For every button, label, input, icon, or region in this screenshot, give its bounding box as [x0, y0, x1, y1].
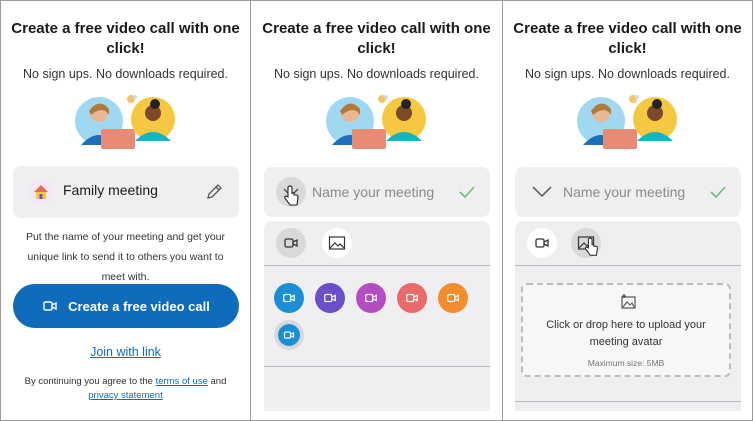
meeting-description: Put the name of your meeting and get you…	[25, 231, 226, 283]
video-call-icon	[535, 238, 549, 248]
meeting-title: Family meeting	[63, 182, 158, 198]
meeting-name-placeholder: Name your meeting	[563, 184, 686, 200]
legal-and: and	[207, 376, 227, 387]
create-video-call-button[interactable]: Create a free video call	[13, 284, 239, 328]
color-swatch-purple[interactable]	[315, 283, 345, 313]
video-call-icon	[283, 331, 295, 339]
privacy-statement-link[interactable]: privacy statement	[88, 390, 162, 401]
panel-upload-avatar: Create a free video call with one click!…	[503, 1, 752, 420]
add-image-icon	[621, 294, 636, 309]
meeting-name-card: Family meeting	[13, 166, 239, 218]
checkmark-icon[interactable]	[458, 184, 476, 200]
panel-choose-color: Create a free video call with one click!…	[252, 1, 501, 420]
edit-pencil-icon[interactable]	[203, 181, 225, 203]
terms-of-use-link[interactable]: terms of use	[156, 376, 208, 387]
video-call-icon	[284, 238, 298, 248]
hero-illustration	[577, 95, 677, 149]
hand-cursor-icon	[584, 237, 598, 256]
page-subtitle: No sign ups. No downloads required.	[23, 67, 228, 81]
color-swatch-coral[interactable]	[397, 283, 427, 313]
video-call-icon	[324, 293, 336, 303]
divider-line	[264, 366, 490, 367]
join-with-link[interactable]: Join with link	[1, 345, 250, 359]
page-title: Create a free video call with one click!	[11, 20, 240, 57]
legal-notice: By continuing you agree to the terms of …	[11, 375, 240, 403]
color-option-tab[interactable]	[276, 228, 306, 258]
image-icon	[328, 236, 346, 250]
video-call-icon	[406, 293, 418, 303]
color-swatch-orange[interactable]	[438, 283, 468, 313]
hand-cursor-icon	[284, 185, 299, 206]
collapse-button[interactable]	[527, 177, 557, 207]
image-option-tab[interactable]	[322, 228, 352, 258]
color-option-tab[interactable]	[527, 228, 557, 258]
upload-max-size: Maximum size: 5MB	[587, 358, 665, 368]
hero-illustration	[75, 95, 175, 149]
avatar-upload-dropzone[interactable]: Click or drop here to upload your meetin…	[521, 283, 731, 377]
legal-prefix: By continuing you agree to the	[24, 376, 156, 387]
video-call-icon	[43, 301, 57, 311]
color-swatch-blue[interactable]	[274, 283, 304, 313]
video-call-icon	[365, 293, 377, 303]
checkmark-icon[interactable]	[709, 184, 727, 200]
meeting-name-placeholder: Name your meeting	[312, 184, 435, 200]
color-swatch-magenta[interactable]	[356, 283, 386, 313]
create-video-call-label: Create a free video call	[68, 298, 210, 314]
page-title: Create a free video call with one click!	[262, 20, 491, 57]
upload-instructions: Click or drop here to upload your meetin…	[546, 319, 706, 348]
chevron-down-icon	[532, 186, 552, 198]
panel-divider	[250, 1, 251, 420]
page-subtitle: No sign ups. No downloads required.	[274, 67, 479, 81]
selected-swatch-inner	[278, 324, 300, 346]
house-avatar-icon	[29, 180, 53, 204]
divider-line	[515, 265, 741, 266]
meeting-name-input[interactable]: Name your meeting	[515, 167, 741, 217]
divider-line	[264, 265, 490, 266]
page-title: Create a free video call with one click!	[513, 20, 742, 57]
hero-illustration	[326, 95, 426, 149]
video-call-icon	[283, 293, 295, 303]
color-swatch-selected[interactable]	[274, 320, 304, 350]
divider-line	[515, 401, 741, 402]
video-call-icon	[447, 293, 459, 303]
page-subtitle: No sign ups. No downloads required.	[525, 67, 730, 81]
panel-create-meeting: Create a free video call with one click!…	[1, 1, 250, 420]
